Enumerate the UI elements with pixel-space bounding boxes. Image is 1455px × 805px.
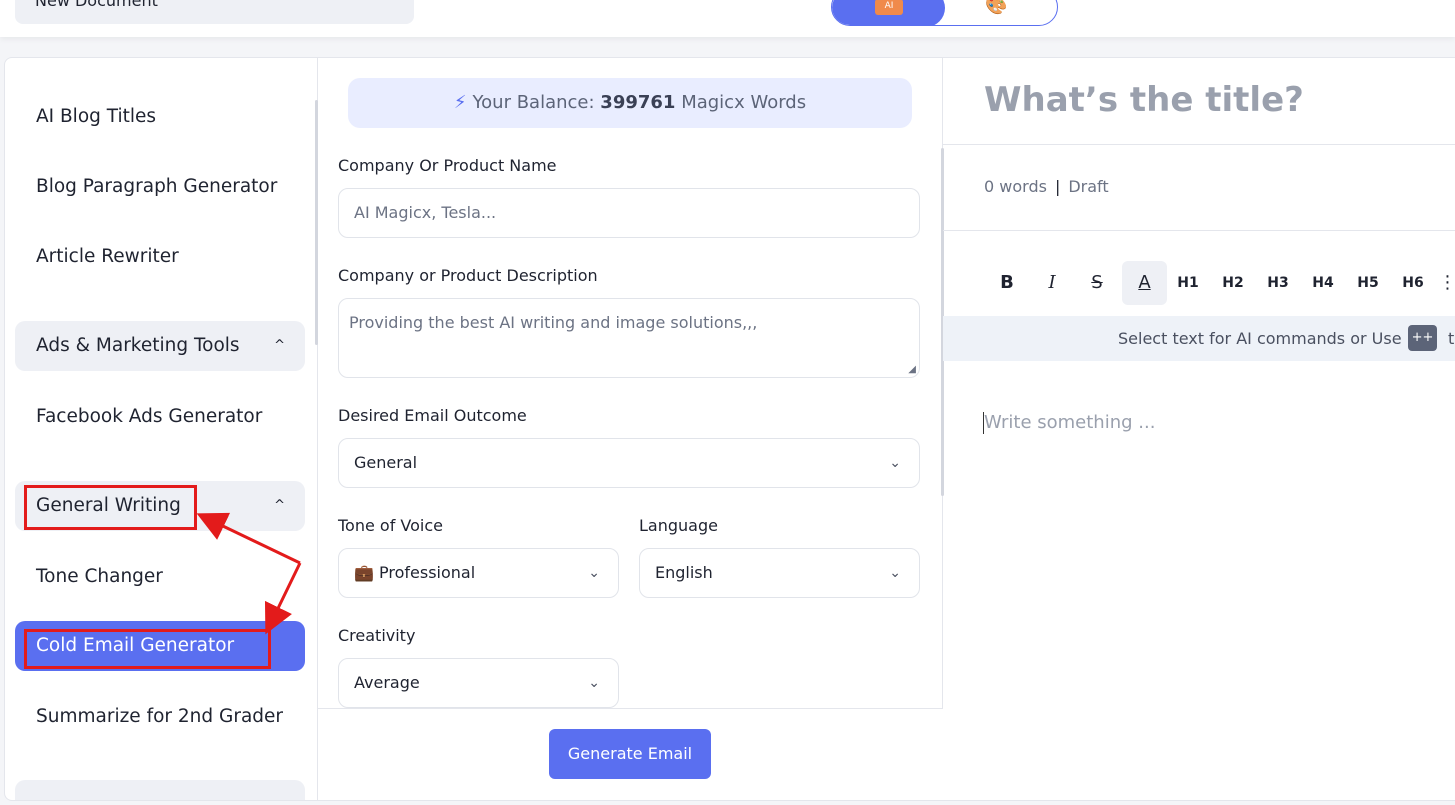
tone-select[interactable]: 💼 Professional ⌄ xyxy=(338,548,619,598)
description-placeholder: Providing the best AI writing and image … xyxy=(349,313,758,332)
heading-4-button[interactable]: H4 xyxy=(1303,261,1343,305)
briefcase-icon: 💼 xyxy=(354,563,374,582)
annotation-highlight-general-writing xyxy=(24,485,197,530)
creativity-label: Creativity xyxy=(338,626,416,645)
template-sidebar: AI Blog Titles Blog Paragraph Generator … xyxy=(5,58,318,800)
sidebar-item-ai-blog-titles[interactable]: AI Blog Titles xyxy=(15,92,305,142)
sidebar-group-collapsed[interactable] xyxy=(15,780,305,800)
heading-6-button[interactable]: H6 xyxy=(1393,261,1433,305)
document-title-input[interactable]: What’s the title? xyxy=(984,80,1304,120)
italic-button[interactable]: I xyxy=(1032,261,1072,305)
divider xyxy=(943,230,1455,231)
meta-separator: | xyxy=(1054,177,1061,196)
form-footer: Generate Email xyxy=(318,708,943,800)
creativity-value: Average xyxy=(354,673,420,692)
document-status: Draft xyxy=(1068,177,1109,196)
image-generator-icon[interactable]: 🎨 xyxy=(985,0,1017,15)
balance-banner: ⚡ Your Balance: 399761 Magicx Words xyxy=(348,78,912,128)
annotation-highlight-cold-email xyxy=(24,629,271,669)
sidebar-item-facebook-ads-generator[interactable]: Facebook Ads Generator xyxy=(15,392,305,442)
balance-suffix: Magicx Words xyxy=(681,92,807,113)
sidebar-item-summarize-2nd-grader[interactable]: Summarize for 2nd Grader xyxy=(15,692,305,742)
email-outcome-value: General xyxy=(354,453,418,472)
top-bar: New Document AI 🎨 xyxy=(0,0,1455,37)
divider xyxy=(943,144,1455,145)
more-options-icon[interactable]: ⋮ xyxy=(1435,261,1455,305)
description-textarea[interactable]: Providing the best AI writing and image … xyxy=(338,298,920,378)
document-name-field[interactable]: New Document xyxy=(15,0,414,24)
ai-command-key: ++ xyxy=(1408,325,1437,351)
language-label: Language xyxy=(639,516,718,535)
ai-writer-icon: AI xyxy=(875,0,903,15)
company-name-label: Company Or Product Name xyxy=(338,156,557,175)
sidebar-item-blog-paragraph-generator[interactable]: Blog Paragraph Generator xyxy=(15,162,305,212)
editor-body[interactable]: Write something ... xyxy=(984,412,1155,433)
main-panel: AI Blog Titles Blog Paragraph Generator … xyxy=(4,57,1455,801)
language-select[interactable]: English ⌄ xyxy=(639,548,920,598)
heading-3-button[interactable]: H3 xyxy=(1258,261,1298,305)
ai-hint-text: Select text for AI commands or Use xyxy=(1118,329,1402,348)
email-outcome-select[interactable]: General ⌄ xyxy=(338,438,920,488)
chevron-up-icon: ^ xyxy=(274,338,285,353)
sidebar-item-tone-changer[interactable]: Tone Changer xyxy=(15,552,305,602)
heading-5-button[interactable]: H5 xyxy=(1348,261,1388,305)
chevron-up-icon: ^ xyxy=(274,498,285,513)
tone-label: Tone of Voice xyxy=(338,516,443,535)
tone-value: Professional xyxy=(379,563,476,582)
sidebar-item-article-rewriter[interactable]: Article Rewriter xyxy=(15,232,305,282)
company-name-input[interactable]: AI Magicx, Tesla... xyxy=(338,188,920,238)
chevron-down-icon: ⌄ xyxy=(889,565,901,581)
chevron-down-icon: ⌄ xyxy=(588,565,600,581)
text-color-button[interactable]: A xyxy=(1122,261,1167,305)
bold-button[interactable]: B xyxy=(987,261,1027,305)
resize-handle-icon[interactable]: ◢ xyxy=(908,365,916,375)
chevron-down-icon: ⌄ xyxy=(588,675,600,691)
lightning-icon: ⚡ xyxy=(453,92,467,113)
template-form: ⚡ Your Balance: 399761 Magicx Words Compa… xyxy=(318,58,944,800)
balance-prefix: Your Balance: xyxy=(472,92,595,113)
heading-1-button[interactable]: H1 xyxy=(1168,261,1208,305)
generate-email-button[interactable]: Generate Email xyxy=(549,729,711,779)
strikethrough-button[interactable]: S xyxy=(1077,261,1117,305)
word-count: 0 words xyxy=(984,177,1047,196)
mode-toggle[interactable]: AI 🎨 xyxy=(831,0,1058,26)
description-label: Company or Product Description xyxy=(338,266,598,285)
balance-amount: 399761 xyxy=(600,92,676,113)
ai-command-hint-bar: Select text for AI commands or Use ++ t xyxy=(943,316,1455,361)
ai-hint-tail: t xyxy=(1448,329,1455,348)
document-meta: 0 words | Draft xyxy=(984,177,1109,196)
sidebar-group-ads-marketing[interactable]: Ads & Marketing Tools ^ xyxy=(15,321,305,371)
heading-2-button[interactable]: H2 xyxy=(1213,261,1253,305)
mode-ai-writer-button[interactable]: AI xyxy=(832,0,945,25)
email-outcome-label: Desired Email Outcome xyxy=(338,406,527,425)
creativity-select[interactable]: Average ⌄ xyxy=(338,658,619,708)
language-value: English xyxy=(655,563,713,582)
chevron-down-icon: ⌄ xyxy=(889,455,901,471)
document-editor: What’s the title? 0 words | Draft B I S A … xyxy=(943,58,1455,800)
sidebar-group-label: Ads & Marketing Tools xyxy=(36,335,240,356)
